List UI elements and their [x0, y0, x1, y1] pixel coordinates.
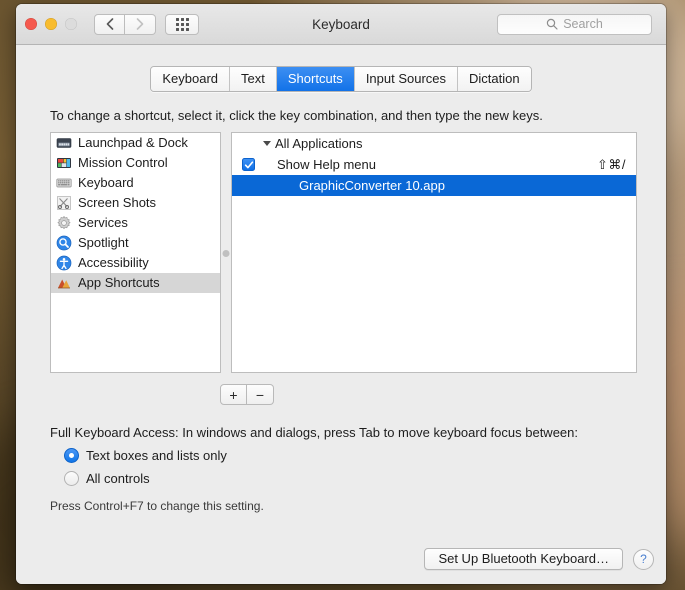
- app-shortcuts-icon: [58, 279, 70, 289]
- list-splitter[interactable]: [221, 132, 231, 373]
- sidebar-item-label: Services: [78, 215, 128, 230]
- shortcut-name: GraphicConverter 10.app: [299, 178, 445, 193]
- forward-button[interactable]: [125, 13, 156, 35]
- spotlight-icon: [56, 235, 72, 251]
- chevron-right-icon: [136, 18, 144, 30]
- checkmark-icon: [244, 160, 253, 168]
- grid-icon: [175, 17, 189, 31]
- splitter-grip-icon[interactable]: [222, 250, 230, 257]
- zoom-button[interactable]: [65, 18, 77, 30]
- screenshots-icon: [57, 196, 71, 210]
- back-button[interactable]: [94, 13, 125, 35]
- radio-label: Text boxes and lists only: [86, 448, 227, 463]
- dock-icon: [56, 138, 72, 148]
- keyboard-access-note: Press Control+F7 to change this setting.: [50, 499, 264, 513]
- search-placeholder: Search: [563, 17, 603, 31]
- shortcut-row-show-help-menu[interactable]: Show Help menu ⇧⌘/: [232, 154, 636, 175]
- chevron-down-icon[interactable]: [263, 141, 271, 146]
- sidebar-item-label: Screen Shots: [78, 195, 157, 210]
- instruction-text: To change a shortcut, select it, click t…: [50, 108, 543, 123]
- sidebar-item-mission-control[interactable]: Mission Control: [51, 153, 220, 173]
- gear-icon: [57, 216, 71, 230]
- show-all-preferences-button[interactable]: [165, 13, 199, 35]
- radio-text-boxes-and-lists-only[interactable]: Text boxes and lists only: [64, 448, 666, 463]
- sidebar-item-keyboard[interactable]: Keyboard: [51, 173, 220, 193]
- shortcut-group-all-applications[interactable]: All Applications: [232, 133, 636, 154]
- shortcut-lists: Launchpad & Dock Mission Control Keyboar…: [50, 132, 637, 373]
- sidebar-item-services[interactable]: Services: [51, 213, 220, 233]
- tab-shortcuts[interactable]: Shortcuts: [276, 67, 355, 91]
- category-list[interactable]: Launchpad & Dock Mission Control Keyboar…: [50, 132, 221, 373]
- nav-buttons: [94, 13, 156, 35]
- tab-bar: Keyboard Text Shortcuts Input Sources Di…: [16, 45, 666, 92]
- radio-button[interactable]: [64, 448, 79, 463]
- tab-dictation[interactable]: Dictation: [458, 67, 531, 91]
- radio-all-controls[interactable]: All controls: [64, 471, 666, 486]
- radio-label: All controls: [86, 471, 150, 486]
- help-button[interactable]: ?: [633, 548, 654, 570]
- search-icon: [546, 18, 558, 30]
- sidebar-item-label: Accessibility: [78, 255, 149, 270]
- mission-control-icon: [57, 158, 71, 168]
- sidebar-item-launchpad-dock[interactable]: Launchpad & Dock: [51, 133, 220, 153]
- sidebar-item-label: Mission Control: [78, 155, 168, 170]
- tab-text[interactable]: Text: [230, 67, 277, 91]
- sidebar-item-spotlight[interactable]: Spotlight: [51, 233, 220, 253]
- full-keyboard-access-label: Full Keyboard Access: In windows and dia…: [50, 425, 578, 440]
- sidebar-item-accessibility[interactable]: Accessibility: [51, 253, 220, 273]
- sidebar-item-app-shortcuts[interactable]: App Shortcuts: [51, 273, 220, 293]
- close-button[interactable]: [25, 18, 37, 30]
- window-footer: Set Up Bluetooth Keyboard… ?: [16, 548, 666, 570]
- accessibility-icon: [56, 255, 72, 271]
- search-field[interactable]: Search: [497, 13, 652, 35]
- list-edit-buttons: + −: [220, 384, 666, 405]
- radio-button[interactable]: [64, 471, 79, 486]
- window-titlebar[interactable]: Keyboard Search: [16, 4, 666, 45]
- shortcut-key-combination[interactable]: ⇧⌘/: [597, 157, 626, 173]
- sidebar-item-label: Spotlight: [78, 235, 129, 250]
- tab-group: Keyboard Text Shortcuts Input Sources Di…: [150, 66, 532, 92]
- add-shortcut-button[interactable]: +: [220, 384, 247, 405]
- shortcut-enabled-checkbox[interactable]: [242, 158, 255, 171]
- tab-input-sources[interactable]: Input Sources: [354, 67, 459, 91]
- sidebar-item-label: App Shortcuts: [78, 275, 160, 290]
- sidebar-item-label: Keyboard: [78, 175, 134, 190]
- chevron-left-icon: [106, 18, 113, 30]
- remove-shortcut-button[interactable]: −: [247, 384, 274, 405]
- sidebar-item-label: Launchpad & Dock: [78, 135, 188, 150]
- keyboard-preferences-window: Keyboard Search Keyboard Text Shortcuts …: [16, 4, 666, 584]
- set-up-bluetooth-keyboard-button[interactable]: Set Up Bluetooth Keyboard…: [424, 548, 623, 570]
- tab-keyboard[interactable]: Keyboard: [151, 67, 231, 91]
- shortcut-group-label: All Applications: [275, 136, 363, 151]
- preference-pane-content: Keyboard Text Shortcuts Input Sources Di…: [16, 45, 666, 584]
- shortcut-row-graphicconverter[interactable]: GraphicConverter 10.app: [232, 175, 636, 196]
- sidebar-item-screen-shots[interactable]: Screen Shots: [51, 193, 220, 213]
- minimize-button[interactable]: [45, 18, 57, 30]
- shortcut-name: Show Help menu: [277, 157, 376, 172]
- traffic-lights: [25, 18, 77, 30]
- keyboard-icon: [56, 178, 72, 188]
- shortcut-detail-list[interactable]: All Applications Show Help menu ⇧⌘/ Grap…: [231, 132, 637, 373]
